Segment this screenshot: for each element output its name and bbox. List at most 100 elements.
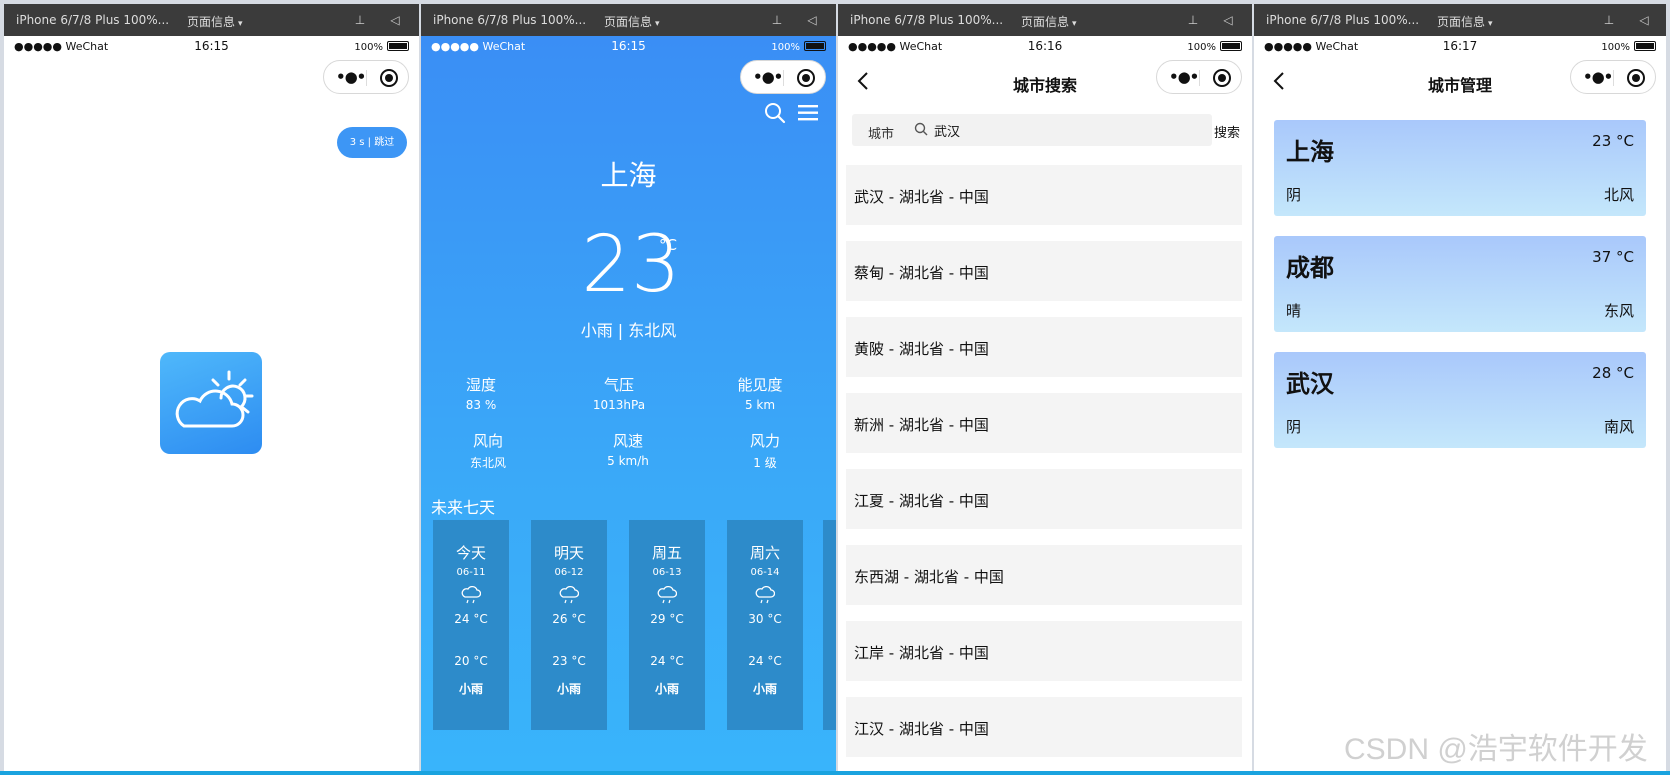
sound-icon[interactable]: ◁: [1637, 13, 1651, 27]
forecast-day-card[interactable]: 周五 06-13 29 °C 24 °C 小雨: [629, 520, 705, 730]
caret-down-icon: ▾: [1488, 19, 1493, 29]
search-button[interactable]: 搜索: [1214, 122, 1240, 141]
miniprogram-capsule: •●•: [323, 60, 409, 94]
device-selector[interactable]: iPhone 6/7/8 Plus 100%...: [1266, 13, 1419, 27]
devtools-header: iPhone 6/7/8 Plus 100%... 页面信息 ▾ ⊥ ◁: [838, 4, 1252, 36]
stat-label: 风速: [612, 432, 643, 450]
devtools-header: iPhone 6/7/8 Plus 100%... 页面信息 ▾ ⊥ ◁: [4, 4, 419, 36]
page-info-label: 页面信息: [187, 15, 236, 29]
forecast-date: 06-13: [652, 567, 682, 578]
search-icon[interactable]: [764, 102, 786, 124]
forecast-high: 30 °C: [748, 612, 782, 626]
status-bar: ●●●●● WeChat 16:15 100%: [421, 36, 836, 56]
forecast-day-name: 周六: [749, 544, 780, 562]
close-target-icon[interactable]: [797, 69, 815, 87]
stat-visibility: 能见度 5 km: [700, 374, 820, 412]
page-info-menu[interactable]: 页面信息 ▾: [604, 13, 660, 30]
search-result-item[interactable]: 江夏 - 湖北省 - 中国: [846, 469, 1242, 529]
future-days-title: 未来七天: [431, 498, 496, 517]
sound-icon[interactable]: ◁: [1221, 13, 1235, 27]
city-card[interactable]: 武汉 28 °C 阴 南风: [1274, 352, 1646, 448]
forecast-low: 20 °C: [454, 654, 488, 668]
forecast-desc: 小雨: [556, 682, 581, 696]
battery-percent: 100%: [771, 42, 800, 53]
search-result-item[interactable]: 蔡甸 - 湖北省 - 中国: [846, 241, 1242, 301]
forecast-card-peek: [823, 520, 836, 730]
more-dots-icon[interactable]: •●•: [336, 68, 366, 86]
forecast-low: 24 °C: [748, 654, 782, 668]
light-rain-icon: [727, 585, 803, 604]
status-bar: ●●●●● WeChat 16:17 100%: [1254, 36, 1666, 56]
battery-icon: [1220, 41, 1242, 51]
menu-icon[interactable]: [798, 104, 818, 122]
search-result-item[interactable]: 江汉 - 湖北省 - 中国: [846, 697, 1242, 757]
search-result-item[interactable]: 武汉 - 湖北省 - 中国: [846, 165, 1242, 225]
search-result-item[interactable]: 江岸 - 湖北省 - 中国: [846, 621, 1242, 681]
city-card-wind: 东风: [1603, 302, 1634, 320]
sound-icon[interactable]: ◁: [388, 13, 402, 27]
result-label: 黄陂 - 湖北省 - 中国: [854, 340, 989, 358]
forecast-day-card[interactable]: 今天 06-11 24 °C 20 °C 小雨: [433, 520, 509, 730]
forecast-date: 06-11: [456, 567, 486, 578]
forecast-high: 24 °C: [454, 612, 488, 626]
skip-button[interactable]: 3 s | 跳过: [337, 127, 407, 158]
result-label: 东西湖 - 湖北省 - 中国: [854, 568, 1004, 586]
city-card-wind: 北风: [1603, 186, 1634, 204]
forecast-day-card[interactable]: 周六 06-14 30 °C 24 °C 小雨: [727, 520, 803, 730]
battery-indicator: 100%: [354, 41, 409, 53]
stat-value: 5 km: [744, 398, 776, 412]
forecast-day-card[interactable]: 明天 06-12 26 °C 23 °C 小雨: [531, 520, 607, 730]
result-label: 江夏 - 湖北省 - 中国: [854, 492, 989, 510]
bottom-strip: [0, 771, 1670, 775]
battery-percent: 100%: [1601, 42, 1630, 53]
stat-pressure: 气压 1013hPa: [559, 374, 679, 412]
city-manage-panel: iPhone 6/7/8 Plus 100%... 页面信息 ▾ ⊥ ◁ ●●●●…: [1254, 4, 1666, 771]
device-selector[interactable]: iPhone 6/7/8 Plus 100%...: [16, 13, 169, 27]
forecast-high: 29 °C: [650, 612, 684, 626]
more-dots-icon[interactable]: •●•: [753, 68, 783, 86]
weather-condition: 小雨 | 东北风: [580, 321, 677, 340]
forecast-day-name: 周五: [651, 544, 682, 562]
stat-label: 能见度: [737, 376, 783, 394]
search-box: 城市: [852, 114, 1212, 146]
weather-panel: iPhone 6/7/8 Plus 100%... 页面信息 ▾ ⊥ ◁ ●●●●…: [421, 4, 836, 771]
light-rain-icon: [629, 585, 705, 604]
miniprogram-capsule: •●•: [740, 60, 826, 94]
capsule-divider: [783, 70, 784, 86]
result-label: 江岸 - 湖北省 - 中国: [854, 644, 989, 662]
stat-humidity: 湿度 83 %: [421, 374, 541, 412]
device-selector[interactable]: iPhone 6/7/8 Plus 100%...: [433, 13, 586, 27]
forecast-desc: 小雨: [654, 682, 679, 696]
stat-wind-speed: 风速 5 km/h: [568, 430, 688, 468]
device-selector[interactable]: iPhone 6/7/8 Plus 100%...: [850, 13, 1003, 27]
caret-down-icon: ▾: [1072, 19, 1077, 29]
stat-value: 东北风: [469, 456, 506, 470]
stat-value: 5 km/h: [607, 454, 649, 468]
current-city: 上海: [600, 159, 657, 192]
capsule-divider: [366, 70, 367, 86]
pin-icon[interactable]: ⊥: [1186, 13, 1200, 27]
city-card-temp: 37 °C: [1592, 248, 1634, 266]
sound-icon[interactable]: ◁: [805, 13, 819, 27]
pin-icon[interactable]: ⊥: [1602, 13, 1616, 27]
city-card-name: 成都: [1286, 254, 1334, 282]
page-info-menu[interactable]: 页面信息 ▾: [187, 13, 243, 30]
page-info-menu[interactable]: 页面信息 ▾: [1437, 13, 1493, 30]
pin-icon[interactable]: ⊥: [770, 13, 784, 27]
battery-icon: [387, 41, 409, 51]
light-rain-icon: [433, 585, 509, 604]
search-result-item[interactable]: 黄陂 - 湖北省 - 中国: [846, 317, 1242, 377]
app-logo: [160, 352, 262, 454]
stat-value: 83 %: [465, 398, 497, 412]
pin-icon[interactable]: ⊥: [353, 13, 367, 27]
city-card[interactable]: 成都 37 °C 晴 东风: [1274, 236, 1646, 332]
search-result-item[interactable]: 新洲 - 湖北省 - 中国: [846, 393, 1242, 453]
page-info-menu[interactable]: 页面信息 ▾: [1021, 13, 1077, 30]
search-input[interactable]: [934, 119, 1194, 141]
search-result-item[interactable]: 东西湖 - 湖北省 - 中国: [846, 545, 1242, 605]
city-filter-label[interactable]: 城市: [868, 123, 894, 142]
city-card-temp: 23 °C: [1592, 132, 1634, 150]
city-card[interactable]: 上海 23 °C 阴 北风: [1274, 120, 1646, 216]
caret-down-icon: ▾: [655, 19, 660, 29]
close-target-icon[interactable]: [380, 69, 398, 87]
